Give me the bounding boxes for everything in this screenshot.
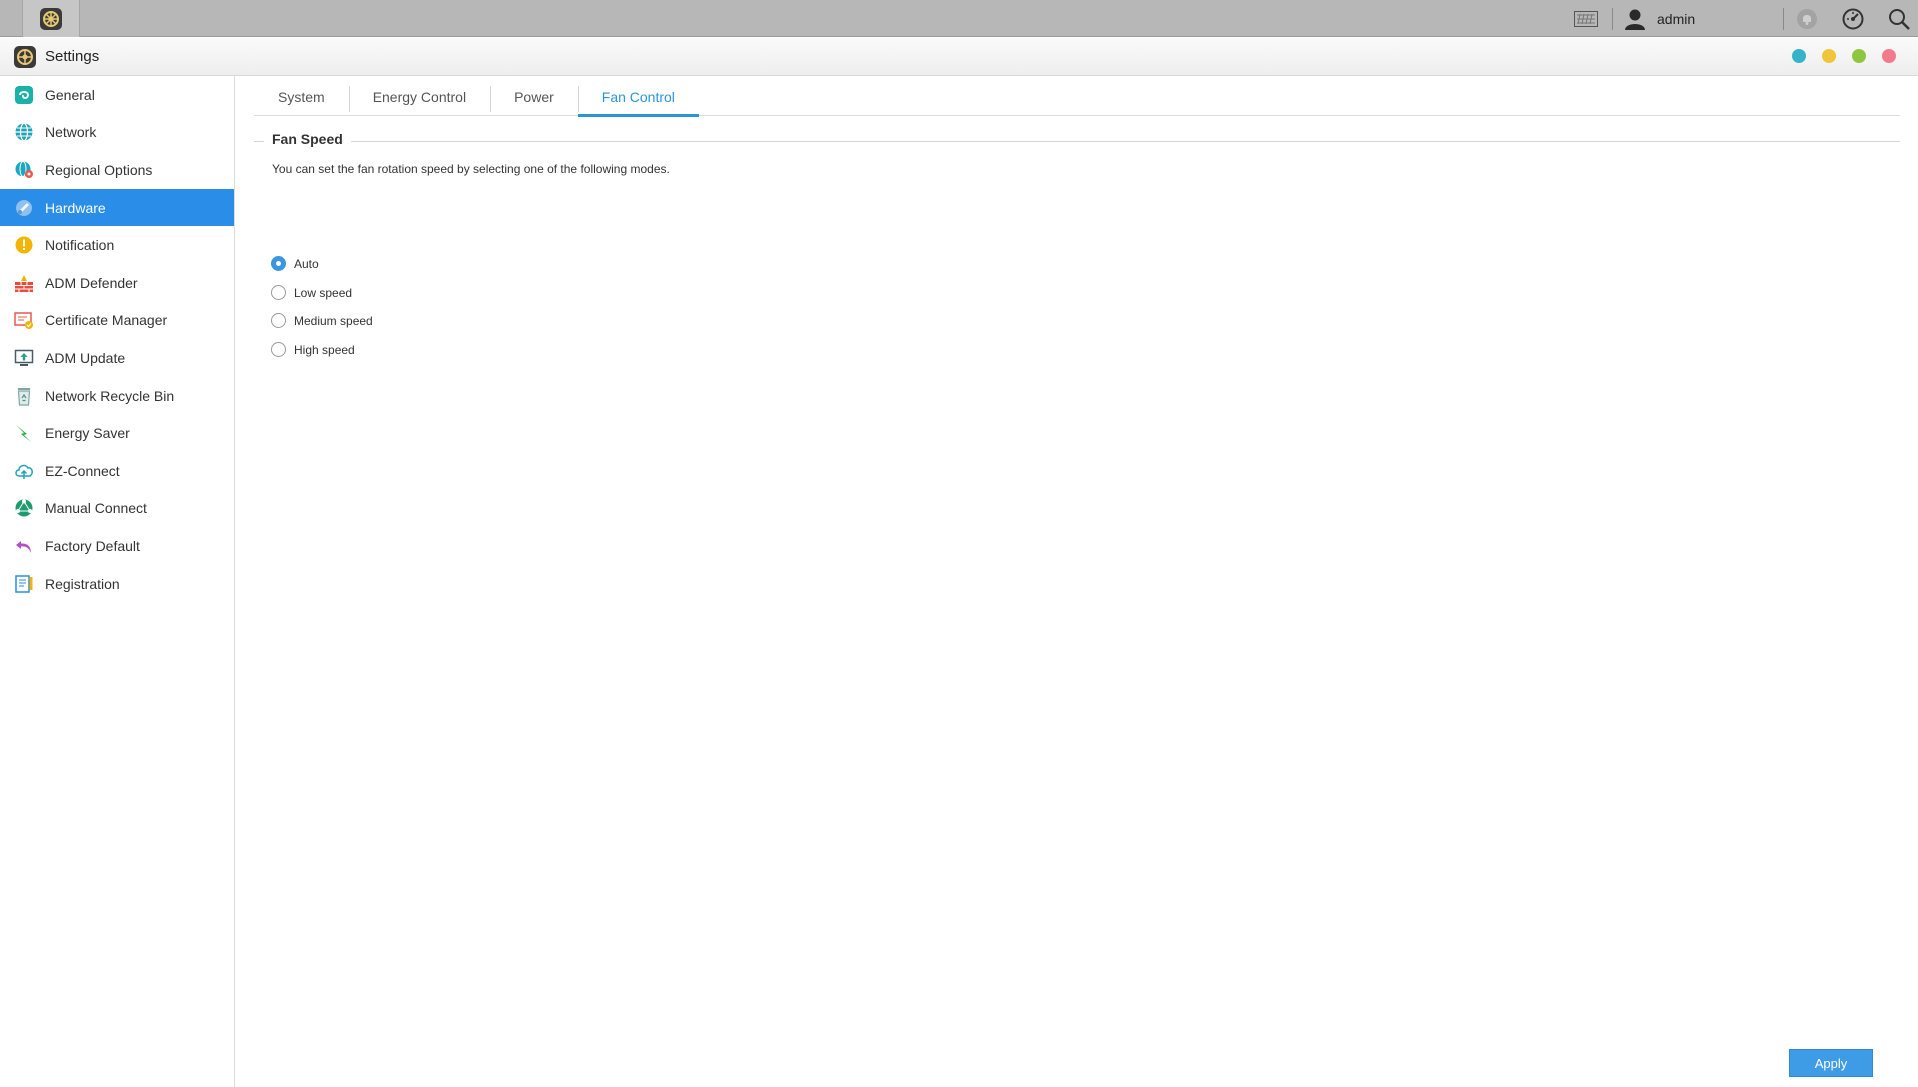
- certificate-icon: [13, 309, 35, 331]
- window-title: Settings: [45, 48, 100, 65]
- taskbar-settings-app[interactable]: [22, 0, 80, 37]
- radio-low-speed[interactable]: Low speed: [271, 285, 352, 300]
- taskbar-separator: [1612, 7, 1613, 30]
- fan-speed-description: You can set the fan rotation speed by se…: [272, 162, 670, 176]
- radio-button[interactable]: [271, 342, 286, 357]
- sidebar-item-label: Notification: [45, 237, 115, 254]
- sidebar-item-label: Factory Default: [45, 537, 140, 554]
- window-controls: [1792, 49, 1896, 63]
- main-panel: System Energy Control Power Fan Control …: [236, 76, 1918, 1087]
- user-name[interactable]: admin: [1657, 11, 1783, 27]
- radio-medium-speed[interactable]: Medium speed: [271, 313, 373, 328]
- sidebar-item-network[interactable]: Network: [0, 114, 234, 152]
- sidebar-item-label: EZ-Connect: [45, 462, 120, 479]
- sidebar-item-label: Energy Saver: [45, 425, 130, 442]
- general-icon: [13, 84, 35, 106]
- hardware-icon: [13, 197, 35, 219]
- radio-label: Low speed: [294, 285, 353, 300]
- energy-icon: [13, 422, 35, 444]
- dashboard-icon[interactable]: [1842, 8, 1864, 30]
- fieldset-divider: [254, 141, 1900, 142]
- recycle-bin-icon: [13, 385, 35, 407]
- radio-button[interactable]: [271, 285, 286, 300]
- tab-system[interactable]: System: [254, 84, 349, 116]
- search-icon[interactable]: [1888, 8, 1910, 30]
- sidebar-item-label: General: [45, 86, 95, 103]
- update-icon: [13, 347, 35, 369]
- minimize-window-button[interactable]: [1822, 49, 1836, 63]
- sidebar-item-manual-connect[interactable]: Manual Connect: [0, 490, 234, 528]
- sidebar-item-label: ADM Update: [45, 349, 126, 366]
- tab-fan-control[interactable]: Fan Control: [577, 84, 700, 117]
- sidebar-item-notification[interactable]: Notification: [0, 226, 234, 264]
- sidebar-item-label: ADM Defender: [45, 274, 138, 291]
- settings-app-icon: [39, 7, 63, 31]
- sidebar-item-network-recycle-bin[interactable]: Network Recycle Bin: [0, 377, 234, 415]
- globe-icon: [13, 121, 35, 143]
- sidebar-item-ez-connect[interactable]: EZ-Connect: [0, 452, 234, 490]
- tab-power[interactable]: Power: [490, 84, 578, 116]
- tab-bar: System Energy Control Power Fan Control: [254, 84, 1900, 117]
- fan-speed-legend: Fan Speed: [264, 131, 351, 147]
- sidebar-item-registration[interactable]: Registration: [0, 565, 234, 603]
- cloud-icon: [13, 460, 35, 482]
- firewall-icon: [13, 272, 35, 294]
- tab-energy-control[interactable]: Energy Control: [348, 84, 490, 116]
- sidebar-item-label: Network: [45, 124, 97, 141]
- sidebar: General Network Regional Options Hardwar…: [0, 76, 235, 1087]
- radio-label: Medium speed: [294, 313, 373, 328]
- notification-icon: [13, 234, 35, 256]
- sidebar-item-label: Certificate Manager: [45, 312, 168, 329]
- sidebar-item-hardware[interactable]: Hardware: [0, 188, 234, 227]
- sidebar-item-label: Manual Connect: [45, 500, 147, 517]
- notification-icon[interactable]: [1796, 8, 1818, 30]
- info-window-button[interactable]: [1792, 49, 1806, 63]
- radio-auto[interactable]: Auto: [271, 256, 319, 271]
- settings-window-icon: [13, 45, 37, 69]
- user-icon[interactable]: [1623, 7, 1647, 31]
- maximize-window-button[interactable]: [1852, 49, 1866, 63]
- window-titlebar: Settings: [0, 38, 1918, 76]
- sidebar-item-general[interactable]: General: [0, 76, 234, 114]
- sidebar-item-adm-defender[interactable]: ADM Defender: [0, 264, 234, 302]
- apply-button[interactable]: Apply: [1789, 1049, 1873, 1077]
- registration-icon: [13, 573, 35, 595]
- keyboard-icon[interactable]: [1574, 10, 1598, 27]
- radio-button[interactable]: [271, 256, 286, 271]
- sidebar-item-label: Regional Options: [45, 161, 153, 178]
- radio-high-speed[interactable]: High speed: [271, 342, 355, 357]
- taskbar-separator: [1783, 7, 1784, 30]
- radio-label: Auto: [294, 256, 319, 271]
- sidebar-item-factory-default[interactable]: Factory Default: [0, 527, 234, 565]
- manual-connect-icon: [13, 497, 35, 519]
- sidebar-item-label: Registration: [45, 575, 120, 592]
- regional-icon: [13, 159, 35, 181]
- sidebar-item-label: Hardware: [45, 199, 106, 216]
- sidebar-item-regional-options[interactable]: Regional Options: [0, 151, 234, 189]
- close-window-button[interactable]: [1882, 49, 1896, 63]
- radio-button[interactable]: [271, 313, 286, 328]
- undo-icon: [13, 535, 35, 557]
- sidebar-item-adm-update[interactable]: ADM Update: [0, 339, 234, 377]
- sidebar-item-label: Network Recycle Bin: [45, 387, 175, 404]
- taskbar: admin: [0, 0, 1918, 37]
- radio-label: High speed: [294, 342, 355, 357]
- sidebar-item-certificate-manager[interactable]: Certificate Manager: [0, 302, 234, 340]
- sidebar-item-energy-saver[interactable]: Energy Saver: [0, 414, 234, 452]
